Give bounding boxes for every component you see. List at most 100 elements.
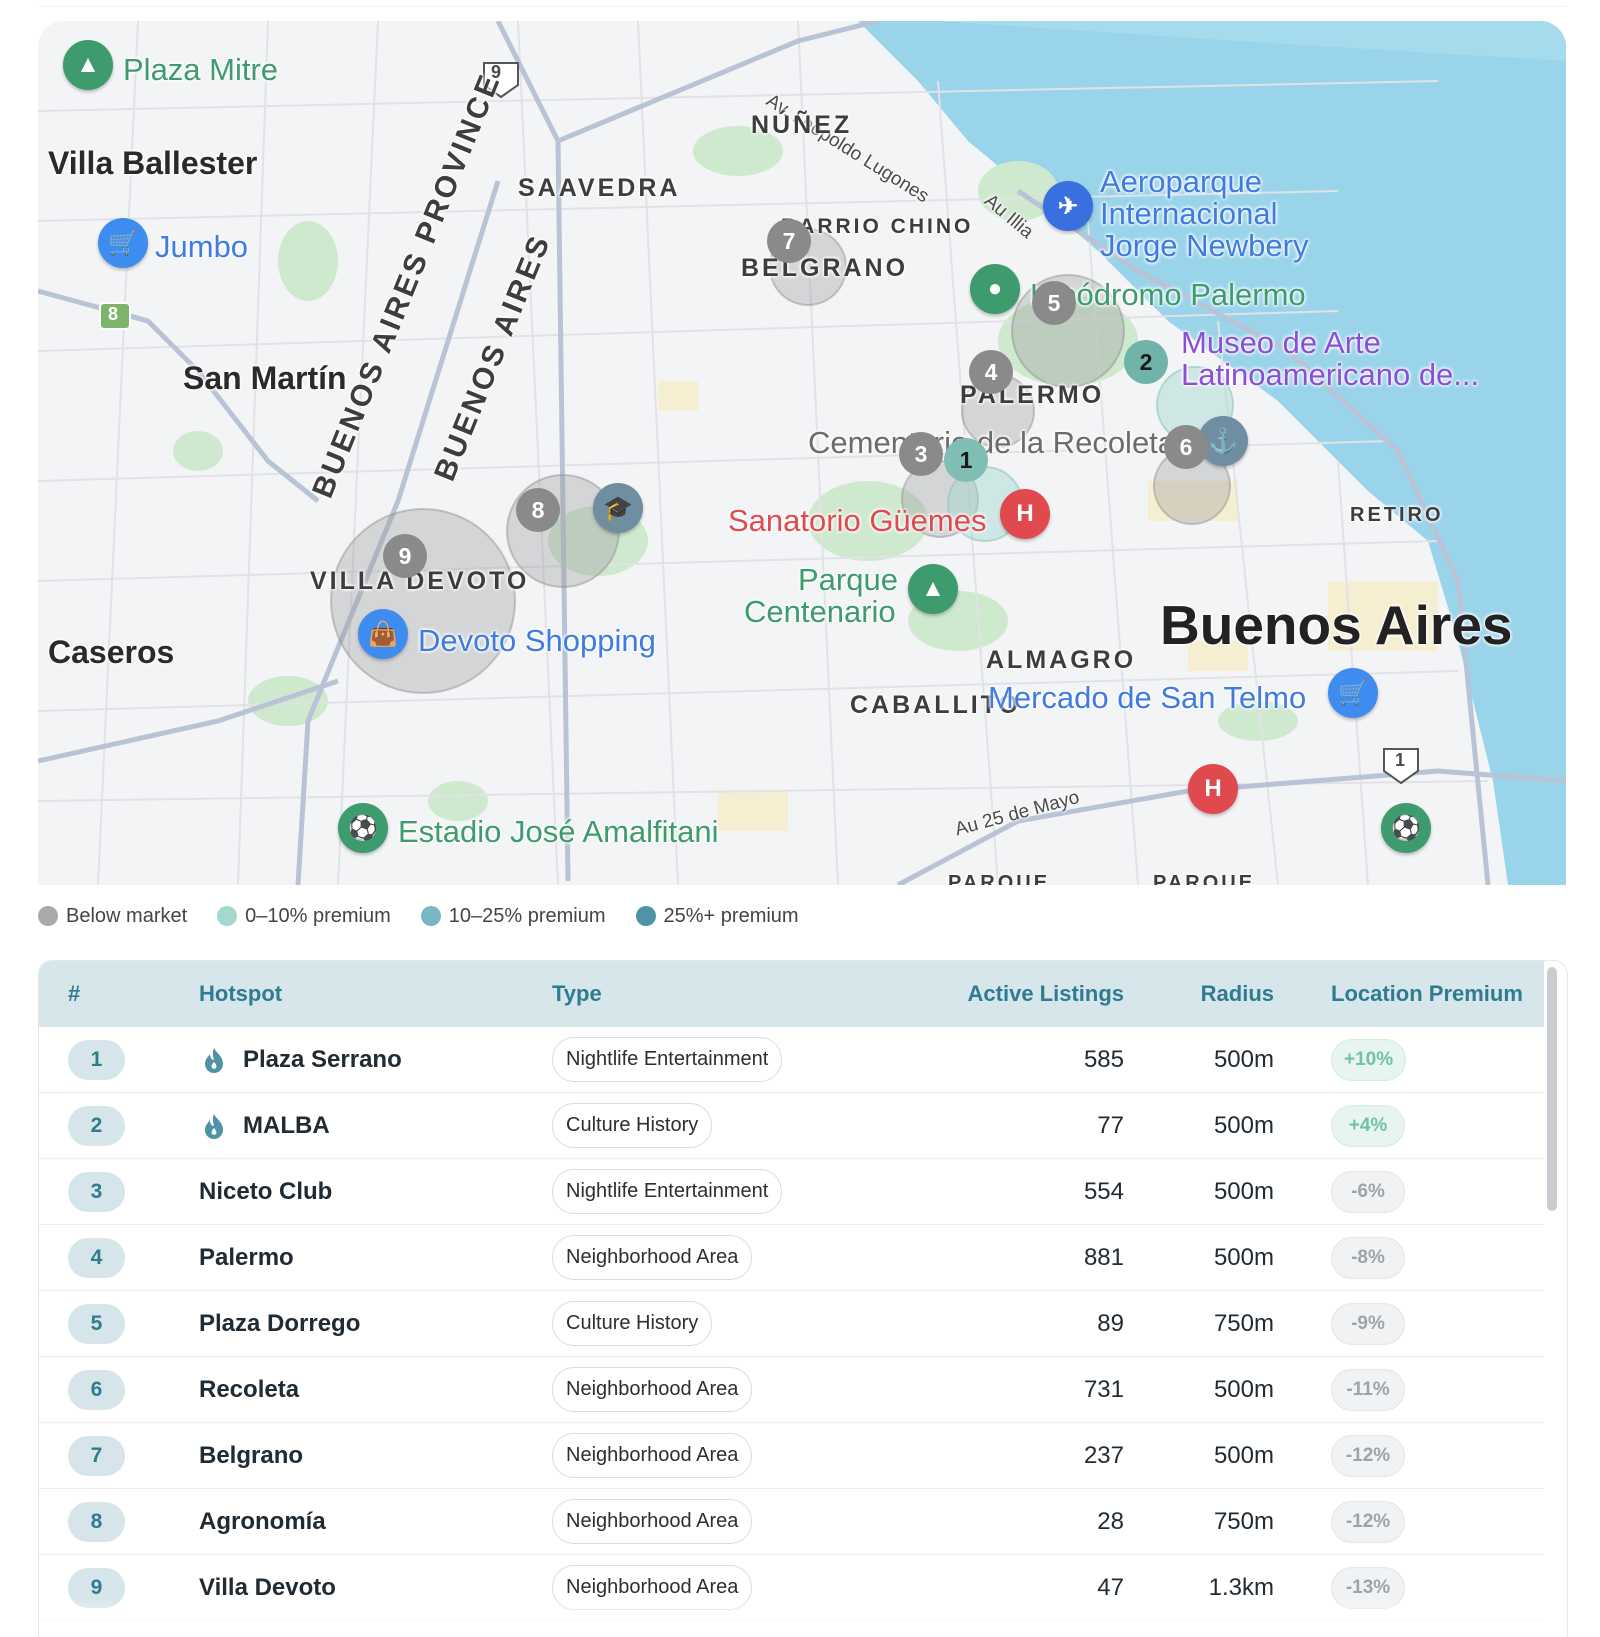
poi-jumbo[interactable]: Jumbo xyxy=(155,231,248,262)
legend-label: Below market xyxy=(66,904,188,927)
active-listings: 89 xyxy=(870,1290,1124,1357)
tree-icon[interactable]: ▲ xyxy=(908,564,958,614)
rank-badge: 6 xyxy=(68,1369,125,1410)
airplane-icon[interactable]: ✈ xyxy=(1043,181,1093,231)
hotspot-name[interactable]: Belgrano xyxy=(199,1442,303,1470)
legend-label: 10–25% premium xyxy=(448,904,606,927)
place-villa-ballester: Villa Ballester xyxy=(48,145,258,181)
header-radius[interactable]: Radius xyxy=(1124,961,1274,1027)
hotspot-name[interactable]: Agronomía xyxy=(199,1508,326,1536)
table-row[interactable]: 7 Belgrano Neighborhood Area 237 500m -12% xyxy=(39,1422,1544,1489)
map-base xyxy=(38,21,1566,885)
rank-badge: 7 xyxy=(68,1435,125,1476)
header-premium[interactable]: Location Premium xyxy=(1274,961,1544,1027)
poi-sanatorio[interactable]: Sanatorio Güemes xyxy=(728,505,986,536)
table-row[interactable]: 8 Agronomía Neighborhood Area 28 750m -12% xyxy=(39,1488,1544,1555)
tree-icon[interactable]: ▲ xyxy=(63,40,113,90)
type-chip: Culture History xyxy=(552,1103,713,1148)
header-listings[interactable]: Active Listings xyxy=(870,961,1124,1027)
type-chip: Nightlife Entertainment xyxy=(552,1037,783,1082)
hospital-icon[interactable]: H xyxy=(1188,764,1238,814)
hotspot-marker-1[interactable]: 1 xyxy=(944,438,988,482)
active-listings: 585 xyxy=(870,1027,1124,1093)
place-parque-left: PARQUE xyxy=(948,872,1051,885)
stadium-icon[interactable]: ⚽ xyxy=(1381,803,1431,853)
type-chip: Culture History xyxy=(552,1301,713,1346)
stadium-icon[interactable]: ⚽ xyxy=(338,803,388,853)
legend-label: 25%+ premium xyxy=(663,904,799,927)
header-hotspot[interactable]: Hotspot xyxy=(199,961,552,1027)
place-caseros: Caseros xyxy=(48,634,175,670)
table-row[interactable]: 4 Palermo Neighborhood Area 881 500m -8% xyxy=(39,1224,1544,1291)
hotspot-marker-2[interactable]: 2 xyxy=(1124,340,1168,384)
radius: 500m xyxy=(1124,1224,1274,1291)
flame-icon xyxy=(205,1113,223,1139)
radius: 750m xyxy=(1124,1290,1274,1357)
place-villa-devoto: VILLA DEVOTO xyxy=(310,567,530,595)
header-type[interactable]: Type xyxy=(552,961,870,1027)
poi-aeroparque-2: Internacional xyxy=(1100,196,1278,231)
legend-dot xyxy=(635,906,656,926)
radius: 500m xyxy=(1124,1027,1274,1093)
shopping-cart-icon[interactable]: 🛒 xyxy=(98,218,148,268)
type-chip: Neighborhood Area xyxy=(552,1499,753,1544)
poi-estadio[interactable]: Estadio José Amalfitani xyxy=(398,816,719,847)
table-row[interactable]: 3 Niceto Club Nightlife Entertainment 554 50… xyxy=(39,1158,1544,1225)
radius: 500m xyxy=(1124,1158,1274,1225)
poi-museo[interactable]: Museo de Arte xyxy=(1181,327,1381,358)
place-parque-right: PARQUE xyxy=(1153,872,1256,885)
table-row[interactable]: 2 MALBA Culture History 77 500m +4% xyxy=(39,1092,1544,1159)
top-card-edge xyxy=(38,0,1566,7)
rank-badge: 8 xyxy=(68,1501,125,1542)
type-chip: Neighborhood Area xyxy=(552,1367,753,1412)
hotspot-marker-9[interactable]: 9 xyxy=(383,534,427,578)
map-view[interactable]: 9 8 1 Av. Leopoldo Lugones Au Illia Au 2… xyxy=(38,21,1566,885)
route-1-label: 1 xyxy=(1395,750,1406,770)
hotspot-name[interactable]: Niceto Club xyxy=(199,1178,332,1206)
table-fade xyxy=(39,1597,1567,1637)
hotspot-marker-3[interactable]: 3 xyxy=(899,432,943,476)
table-scrollbar[interactable] xyxy=(1547,967,1557,1211)
legend-item-premium-low: 0–10% premium xyxy=(217,905,391,928)
premium-badge: +10% xyxy=(1331,1038,1407,1081)
active-listings: 77 xyxy=(870,1092,1124,1159)
poi-cementerio[interactable]: Cementerio de la Recoleta xyxy=(808,427,1175,458)
premium-badge: -6% xyxy=(1331,1170,1405,1213)
hotspot-name[interactable]: Plaza Dorrego xyxy=(199,1310,360,1338)
hotspot-name[interactable]: Plaza Serrano xyxy=(243,1046,402,1074)
place-saavedra: SAAVEDRA xyxy=(518,174,681,202)
header-rank[interactable]: # xyxy=(39,961,199,1027)
place-retiro: RETIRO xyxy=(1350,504,1444,526)
active-listings: 881 xyxy=(870,1224,1124,1291)
route-8-label: 8 xyxy=(108,304,119,324)
poi-aeroparque[interactable]: Aeroparque xyxy=(1100,166,1262,197)
hotspot-name[interactable]: Palermo xyxy=(199,1244,294,1272)
legend-dot xyxy=(420,906,441,926)
poi-devoto-shopping[interactable]: Devoto Shopping xyxy=(418,625,656,656)
hospital-icon[interactable]: H xyxy=(1000,489,1050,539)
table-row[interactable]: 1 Plaza Serrano Nightlife Entertainment 585… xyxy=(39,1027,1544,1093)
table-row[interactable]: 5 Plaza Dorrego Culture History 89 750m -9% xyxy=(39,1290,1544,1357)
shopping-bag-icon[interactable]: 👜 xyxy=(358,609,408,659)
poi-parque-centenario[interactable]: Parque xyxy=(798,564,898,595)
active-listings: 731 xyxy=(870,1356,1124,1423)
hotspot-name[interactable]: MALBA xyxy=(243,1112,330,1140)
poi-plaza-mitre[interactable]: Plaza Mitre xyxy=(123,54,278,85)
table-row[interactable]: 6 Recoleta Neighborhood Area 731 500m -11% xyxy=(39,1356,1544,1423)
radius: 500m xyxy=(1124,1356,1274,1423)
hotspot-table[interactable]: # Hotspot Type Active Listings Radius Lo… xyxy=(38,960,1568,1637)
hotspot-marker-8[interactable]: 8 xyxy=(516,488,560,532)
hotspot-marker-6[interactable]: 6 xyxy=(1164,425,1208,469)
place-marker-icon[interactable]: ● xyxy=(970,264,1020,314)
graduation-cap-icon[interactable]: 🎓 xyxy=(593,483,643,533)
premium-badge: -9% xyxy=(1331,1302,1405,1345)
hotspot-marker-4[interactable]: 4 xyxy=(969,350,1013,394)
rank-badge: 2 xyxy=(68,1105,125,1146)
poi-mercado[interactable]: Mercado de San Telmo xyxy=(988,682,1306,713)
hotspot-name[interactable]: Recoleta xyxy=(199,1376,299,1404)
rank-badge: 3 xyxy=(68,1171,125,1212)
place-belgrano: BELGRANO xyxy=(741,254,909,282)
shopping-cart-icon[interactable]: 🛒 xyxy=(1328,668,1378,718)
hotspot-marker-5[interactable]: 5 xyxy=(1032,281,1076,325)
hotspot-marker-7[interactable]: 7 xyxy=(767,219,811,263)
